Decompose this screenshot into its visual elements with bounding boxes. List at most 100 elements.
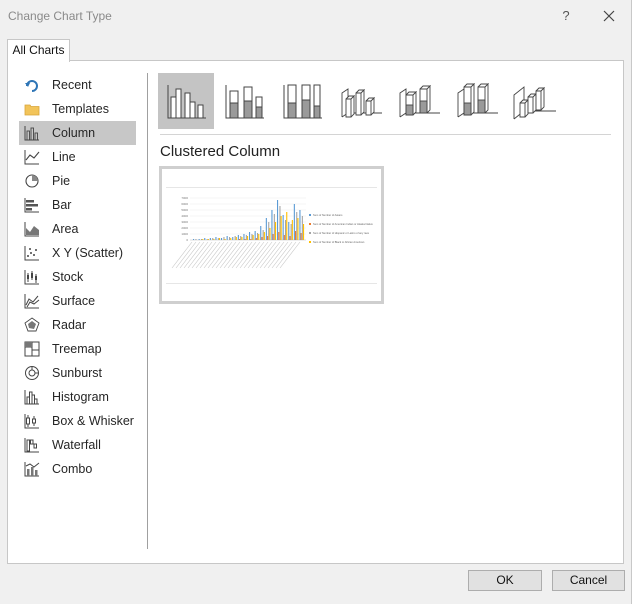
legend-swatch [309, 214, 311, 216]
preview-bar [212, 238, 214, 240]
preview-bar [268, 222, 270, 240]
sidebar-item-label: Radar [52, 318, 87, 332]
preview-bar [291, 220, 293, 240]
3d-stacked-column-button[interactable] [390, 73, 446, 129]
preview-bar [206, 239, 208, 240]
preview-bar [260, 226, 262, 240]
sidebar-item-combo[interactable]: Combo [19, 457, 136, 481]
help-button[interactable]: ? [556, 6, 576, 26]
preview-bar [249, 232, 251, 240]
3d-100-stacked-column-icon [457, 82, 498, 118]
preview-bar [289, 236, 291, 240]
preview-bar [243, 234, 245, 240]
clustered-column-button[interactable] [158, 73, 214, 129]
legend-label: Sum of Number of Black or African Americ… [313, 240, 365, 244]
100-stacked-column-button[interactable] [274, 73, 330, 129]
sidebar-item-label: Line [52, 150, 76, 164]
3d-clustered-column-button[interactable] [332, 73, 388, 129]
preview-bar [226, 236, 228, 240]
tab-all-charts[interactable]: All Charts [7, 39, 70, 62]
preview-chart-thumbnail: 7000 6000 5000 4000 3000 2000 1000 0 Sum… [171, 196, 373, 269]
clustered-column-icon [167, 85, 206, 119]
cancel-button[interactable]: Cancel [552, 570, 625, 591]
preview-bar [263, 232, 265, 240]
preview-bar [258, 234, 260, 240]
preview-bar [290, 224, 292, 240]
sidebar-item-stock[interactable]: Stock [19, 265, 136, 289]
chart-type-list: Recent Templates Column Line Pie Bar Are… [19, 73, 136, 481]
3d-column-button[interactable] [506, 73, 562, 129]
sidebar-item-column[interactable]: Column [19, 121, 136, 145]
preview-bar [250, 239, 252, 240]
sidebar-item-bar[interactable]: Bar [19, 193, 136, 217]
ok-button[interactable]: OK [468, 570, 542, 591]
preview-bar [277, 200, 279, 240]
treemap-icon [24, 341, 40, 357]
3d-column-icon [513, 86, 556, 120]
dialog-title: Change Chart Type [8, 9, 112, 23]
preview-bar [300, 233, 302, 240]
histogram-icon [24, 389, 40, 405]
sidebar-item-waterfall[interactable]: Waterfall [19, 433, 136, 457]
3d-100-stacked-column-button[interactable] [448, 73, 504, 129]
preview-bar [230, 238, 232, 240]
preview-bar [275, 222, 277, 240]
sunburst-icon [24, 365, 40, 381]
scatter-chart-icon [24, 245, 40, 261]
sidebar-item-templates[interactable]: Templates [19, 97, 136, 121]
preview-bar [296, 212, 298, 240]
preview-bar [254, 231, 256, 240]
sidebar-item-radar[interactable]: Radar [19, 313, 136, 337]
stacked-column-button[interactable] [216, 73, 272, 129]
preview-y-tick: 4000 [181, 214, 188, 218]
sidebar-item-scatter[interactable]: X Y (Scatter) [19, 241, 136, 265]
sidebar-item-box-whisker[interactable]: Box & Whisker [19, 409, 136, 433]
preview-bar [295, 231, 297, 240]
sidebar-item-label: Recent [52, 78, 92, 92]
preview-bar [262, 230, 264, 240]
sidebar-item-label: Sunburst [52, 366, 103, 380]
preview-y-tick: 2000 [181, 226, 188, 230]
preview-bar [282, 215, 284, 240]
close-button[interactable] [598, 6, 620, 26]
stacked-column-icon [225, 85, 264, 119]
preview-bar [297, 218, 299, 240]
preview-bar [239, 239, 241, 240]
sidebar-item-line[interactable]: Line [19, 145, 136, 169]
legend-label: Sum of Number of Hispanic or Latino of a… [313, 231, 370, 235]
preview-y-tick: 6000 [181, 202, 188, 206]
legend-swatch [309, 223, 311, 225]
preview-bar [219, 238, 221, 240]
sidebar-item-treemap[interactable]: Treemap [19, 337, 136, 361]
preview-y-tick: 1000 [181, 232, 188, 236]
sidebar-item-recent[interactable]: Recent [19, 73, 136, 97]
folder-icon [24, 101, 40, 117]
sidebar-item-label: Pie [52, 174, 71, 188]
preview-bar [237, 235, 239, 240]
preview-bar [235, 237, 237, 240]
preview-y-tick: 5000 [181, 208, 188, 212]
area-chart-icon [24, 221, 40, 237]
surface-chart-icon [24, 293, 40, 309]
sidebar-item-label: Templates [52, 102, 109, 116]
chart-preview[interactable]: 7000 6000 5000 4000 3000 2000 1000 0 Sum… [159, 166, 384, 304]
preview-x-labels [171, 241, 301, 269]
sidebar-item-sunburst[interactable]: Sunburst [19, 361, 136, 385]
preview-bar [215, 237, 217, 240]
preview-bar [269, 228, 271, 240]
preview-bar [229, 237, 231, 240]
preview-y-tick: 0 [186, 238, 188, 242]
sidebar-item-surface[interactable]: Surface [19, 289, 136, 313]
sidebar-item-label: Column [52, 126, 96, 140]
preview-bar [234, 236, 236, 240]
sidebar-item-area[interactable]: Area [19, 217, 136, 241]
preview-bar [299, 210, 301, 240]
sidebar-item-histogram[interactable]: Histogram [19, 385, 136, 409]
preview-bar [261, 237, 263, 240]
preview-bar [224, 239, 226, 240]
sidebar-item-pie[interactable]: Pie [19, 169, 136, 193]
preview-bar [207, 239, 209, 240]
preview-bar [255, 238, 257, 240]
preview-bar [252, 235, 254, 240]
preview-bar [283, 235, 285, 240]
